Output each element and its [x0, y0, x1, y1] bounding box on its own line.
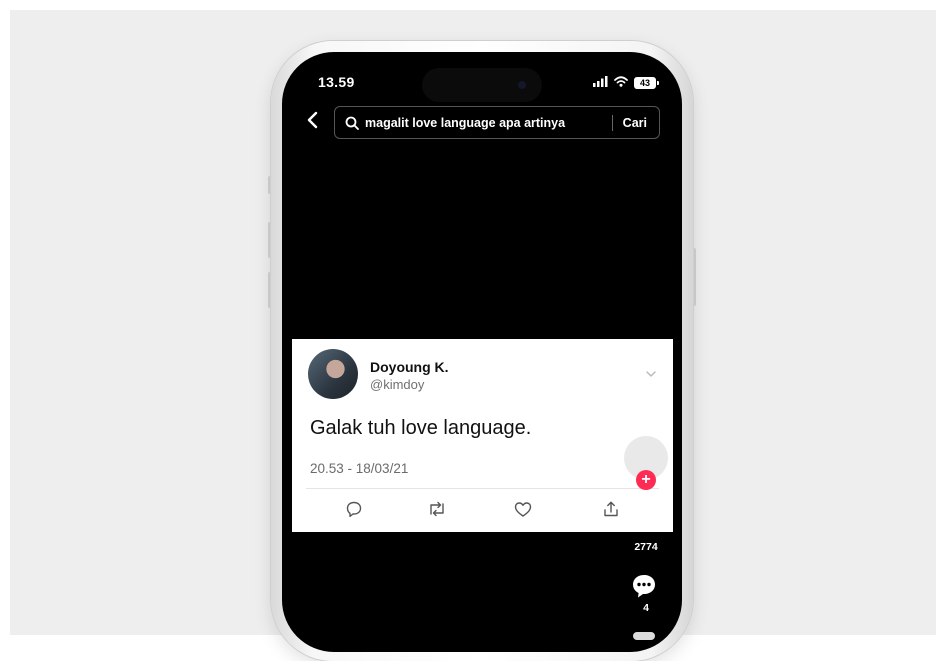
chevron-down-icon[interactable] — [645, 365, 657, 383]
signal-icon — [593, 74, 608, 92]
back-button[interactable] — [300, 110, 324, 134]
tweet-author-name: Doyoung K. — [370, 359, 449, 375]
comment-count: 4 — [643, 602, 649, 614]
retweet-icon[interactable] — [426, 498, 448, 520]
tweet-timestamp: 20.53 - 18/03/21 — [310, 461, 409, 476]
search-submit-button[interactable]: Cari — [623, 116, 647, 130]
status-time: 13.59 — [318, 74, 355, 90]
search-input[interactable]: magalit love language apa artinya — [365, 116, 612, 130]
comment-icon[interactable] — [630, 572, 658, 600]
tweet-card[interactable]: Doyoung K. @kimdoy Galak tuh love langua… — [292, 339, 673, 532]
like-count: 2774 — [634, 541, 658, 553]
share-button[interactable] — [633, 632, 655, 640]
search-bar[interactable]: magalit love language apa artinya Cari — [334, 106, 660, 139]
like-icon[interactable] — [512, 498, 534, 520]
tweet-author-handle: @kimdoy — [370, 377, 425, 392]
wifi-icon — [614, 74, 628, 92]
phone-screen: 13.59 43 magalit love language apa artin… — [282, 52, 682, 652]
avatar — [308, 349, 358, 399]
tweet-text: Galak tuh love language. — [310, 417, 532, 439]
status-icons: 43 — [593, 74, 659, 92]
dynamic-island — [422, 68, 542, 102]
search-divider — [611, 114, 613, 131]
plus-icon[interactable]: + — [636, 470, 656, 490]
camera-lens — [518, 81, 526, 89]
battery-icon: 43 — [634, 77, 659, 89]
reply-icon[interactable] — [343, 498, 365, 520]
share-icon[interactable] — [600, 498, 622, 520]
tweet-divider — [306, 488, 659, 489]
back-arrow-icon — [306, 111, 318, 134]
search-icon — [345, 116, 359, 130]
